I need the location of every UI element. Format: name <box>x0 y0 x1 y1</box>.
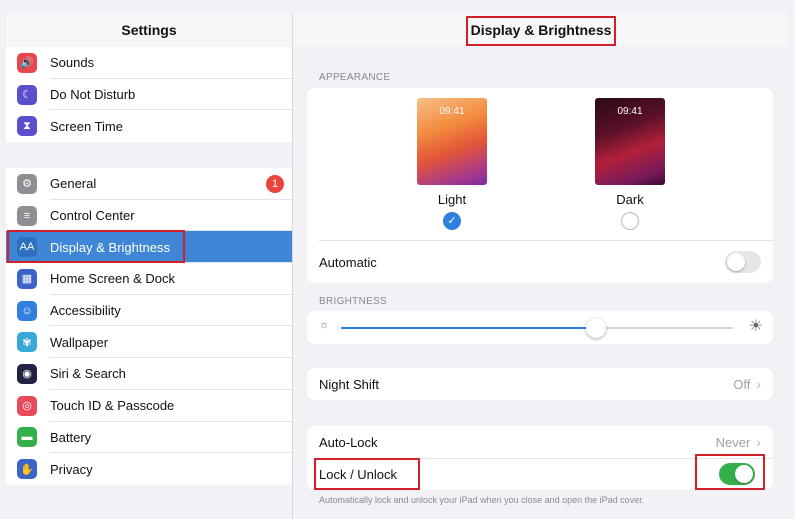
lock-footer-text: Automatically lock and unlock your iPad … <box>319 495 645 505</box>
gear-icon: ⚙ <box>17 173 37 194</box>
brightness-slider-knob[interactable] <box>585 318 606 338</box>
chevron-right-icon: › <box>756 434 761 450</box>
flower-icon: ✾ <box>17 332 37 353</box>
automatic-toggle[interactable] <box>725 251 761 273</box>
sidebar-title: Settings <box>6 14 292 46</box>
night-shift-label: Night Shift <box>319 376 379 392</box>
sidebar-item-sounds[interactable]: 🔊 Sounds <box>6 47 292 79</box>
grid-icon: ▦ <box>17 268 37 289</box>
siri-icon: ◉ <box>17 363 37 384</box>
brightness-card: ☼ ☀ <box>307 311 773 344</box>
sidebar-item-label: Screen Time <box>50 118 123 134</box>
highlight-box-display <box>7 230 185 263</box>
hand-icon: ✋ <box>17 459 37 480</box>
switches-icon: ≡ <box>17 205 37 226</box>
sidebar-item-wallpaper[interactable]: ✾ Wallpaper <box>6 326 292 359</box>
moon-icon: ☾ <box>17 84 37 105</box>
sidebar-item-battery[interactable]: ▬ Battery <box>6 422 292 454</box>
highlight-box-title <box>466 16 616 46</box>
sidebar-item-home-screen-dock[interactable]: ▦ Home Screen & Dock <box>6 263 292 295</box>
night-shift-row[interactable]: Night Shift Off › <box>319 368 761 400</box>
auto-lock-value: Never <box>715 434 751 450</box>
dark-radio[interactable] <box>621 212 639 230</box>
automatic-label: Automatic <box>319 254 377 270</box>
dark-preview[interactable]: 09:41 <box>595 98 665 185</box>
sidebar-item-control-center[interactable]: ≡ Control Center <box>6 200 292 232</box>
night-shift-value: Off <box>733 376 751 392</box>
brightness-header: BRIGHTNESS <box>319 296 388 307</box>
highlight-box-lock-toggle <box>695 454 765 490</box>
sidebar-item-label: General <box>50 176 97 192</box>
fingerprint-icon: ◎ <box>17 395 37 416</box>
brightness-track[interactable] <box>341 318 733 338</box>
appearance-card: 09:41 Light ✓ 09:41 Dark Automatic <box>307 88 773 283</box>
sidebar-group-2: ⚙ General 1 ≡ Control Center AA Display & Brig… <box>6 168 292 485</box>
accessibility-icon: ☺ <box>17 300 37 321</box>
battery-icon: ▬ <box>17 427 37 448</box>
sidebar-item-label: Control Center <box>50 208 135 224</box>
sidebar-item-label: Privacy <box>50 461 93 477</box>
toggle-knob <box>727 253 745 271</box>
chevron-right-icon: › <box>756 376 761 392</box>
sidebar-group-1: 🔊 Sounds ☾ Do Not Disturb ⧗ Screen Time <box>6 47 292 143</box>
sidebar-item-label: Home Screen & Dock <box>50 271 175 287</box>
settings-sidebar: Settings 🔊 Sounds ☾ Do Not Disturb ⧗ Screen T… <box>6 14 293 519</box>
sidebar-item-general[interactable]: ⚙ General 1 <box>6 168 292 200</box>
brightness-fill <box>341 327 596 329</box>
light-label: Light <box>437 192 467 207</box>
night-shift-card[interactable]: Night Shift Off › <box>307 368 773 400</box>
sidebar-item-label: Siri & Search <box>50 366 126 382</box>
appearance-header: APPEARANCE <box>319 72 391 83</box>
notification-badge: 1 <box>266 174 284 193</box>
hourglass-icon: ⧗ <box>17 116 37 137</box>
sidebar-item-privacy[interactable]: ✋ Privacy <box>6 453 292 485</box>
auto-lock-label: Auto-Lock <box>319 434 378 450</box>
sidebar-item-label: Do Not Disturb <box>50 87 136 103</box>
sidebar-item-label: Battery <box>50 429 92 445</box>
automatic-row: Automatic <box>319 242 761 282</box>
detail-pane: Display & Brightness APPEARANCE 09:41 Li… <box>293 14 795 519</box>
sidebar-item-screen-time[interactable]: ⧗ Screen Time <box>6 110 292 142</box>
divider <box>319 240 773 241</box>
sidebar-item-accessibility[interactable]: ☺ Accessibility <box>6 295 292 327</box>
sidebar-item-label: Touch ID & Passcode <box>50 398 175 414</box>
sidebar-item-do-not-disturb[interactable]: ☾ Do Not Disturb <box>6 79 292 111</box>
light-preview[interactable]: 09:41 <box>417 98 487 185</box>
sidebar-item-touch-id-passcode[interactable]: ◎ Touch ID & Passcode <box>6 390 292 422</box>
sidebar-item-siri-search[interactable]: ◉ Siri & Search <box>6 358 292 390</box>
speaker-icon: 🔊 <box>17 52 37 73</box>
highlight-box-lock-label <box>314 458 420 490</box>
sidebar-item-label: Wallpaper <box>50 334 109 350</box>
sun-large-icon: ☀ <box>748 318 763 335</box>
sidebar-item-label: Accessibility <box>50 303 121 319</box>
light-checkmark-icon[interactable]: ✓ <box>443 212 461 230</box>
sidebar-item-label: Sounds <box>50 55 95 71</box>
dark-label: Dark <box>616 192 644 207</box>
sun-small-icon: ☼ <box>319 319 330 331</box>
